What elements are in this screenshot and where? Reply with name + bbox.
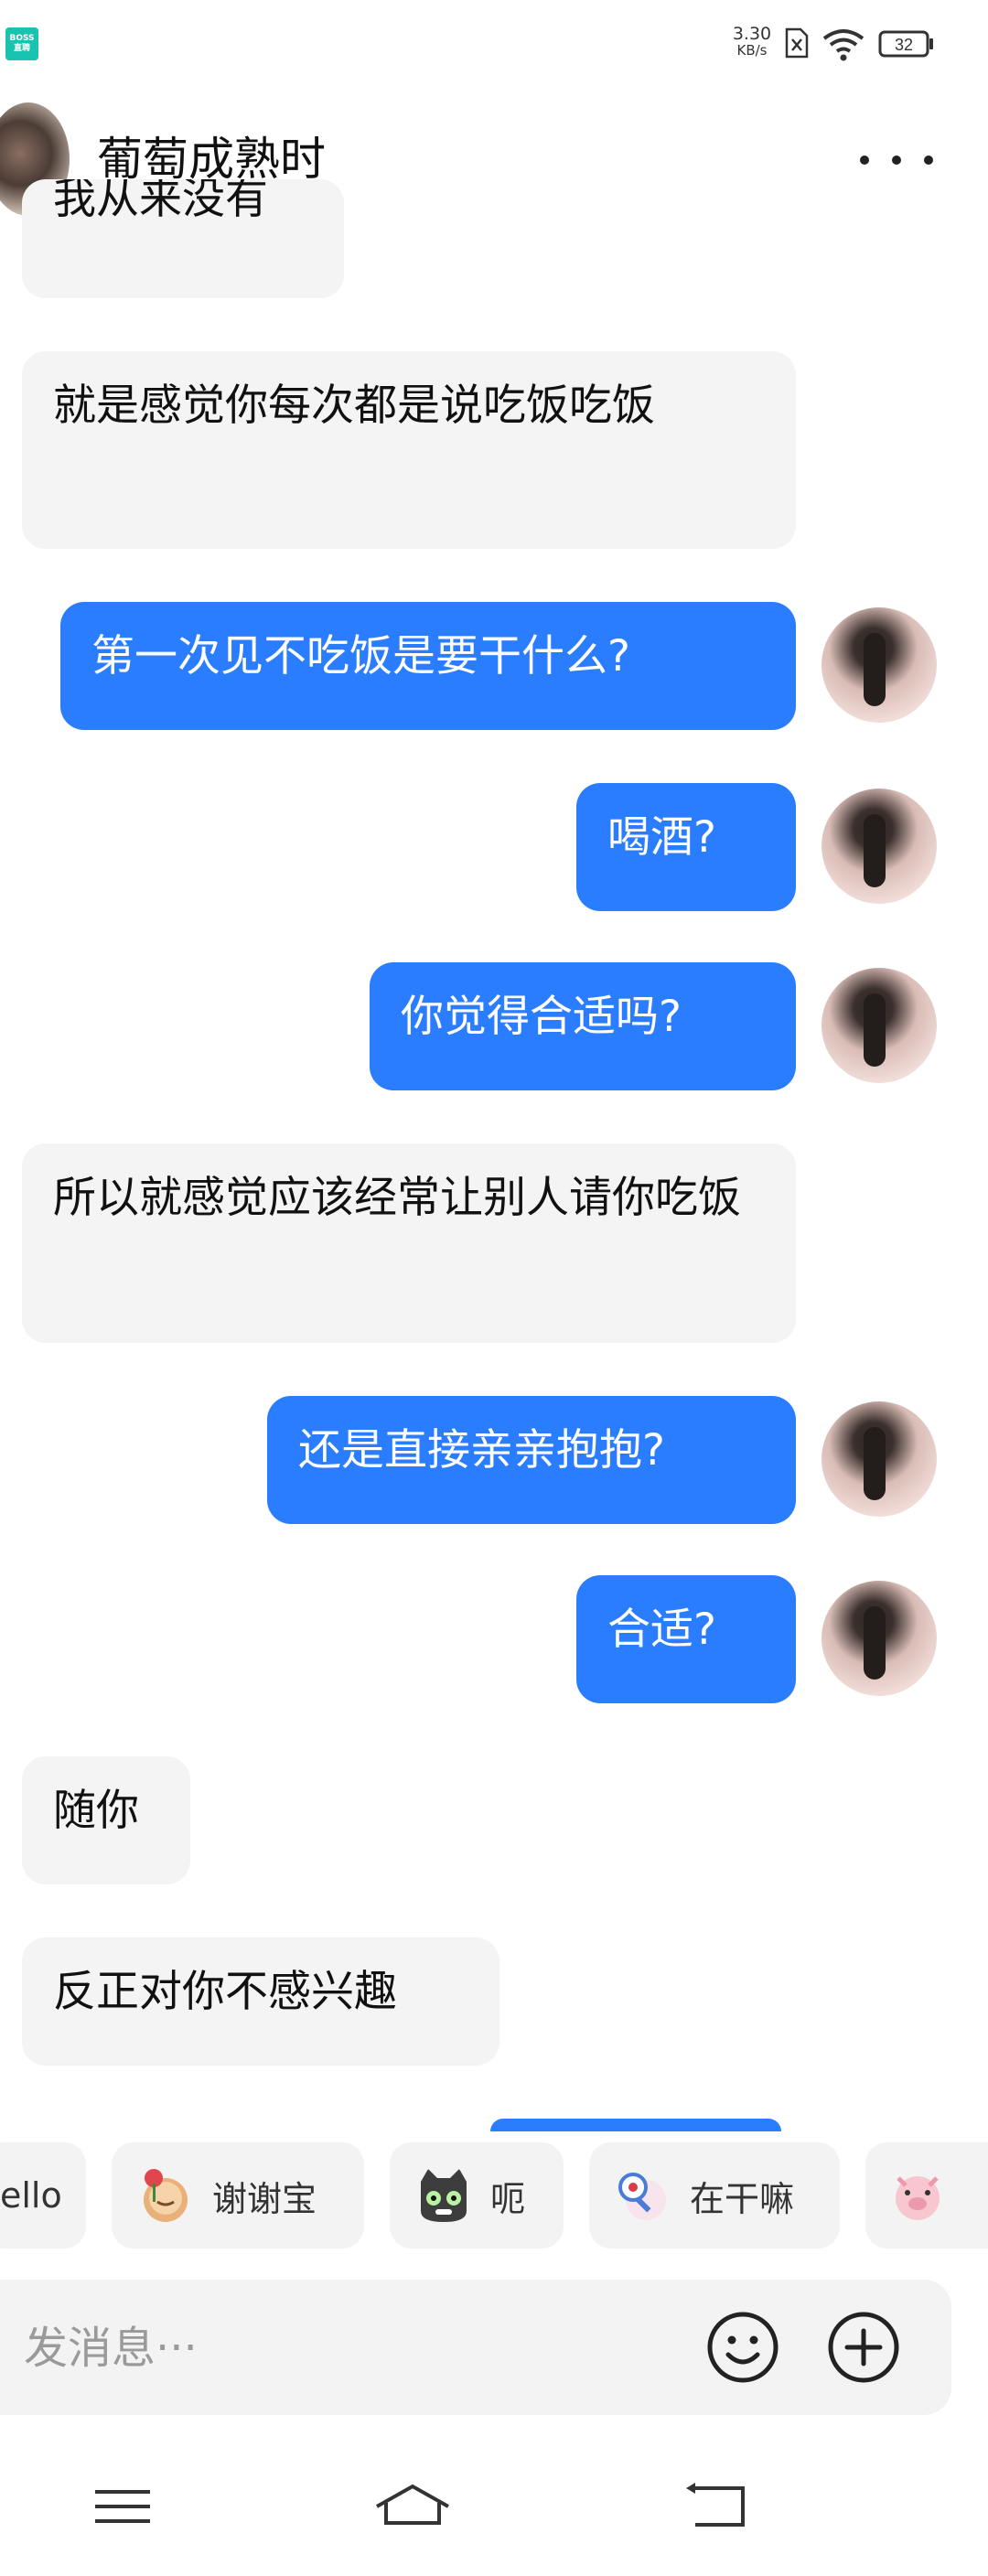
message-outgoing: 你觉得合适吗? <box>370 962 796 1090</box>
message-input[interactable] <box>22 2311 648 2386</box>
quick-reply-label: 呃 <box>490 2178 526 2219</box>
message-incoming: 反正对你不感兴趣 <box>22 1937 499 2066</box>
message-text: 就是感觉你每次都是说吃饭吃饭 <box>53 381 655 431</box>
wifi-icon <box>822 29 864 61</box>
quick-reply-label: 谢谢宝 <box>212 2178 317 2219</box>
message-text: 随你 <box>53 1786 139 1836</box>
rose-sticker-icon <box>144 2169 188 2222</box>
network-speed-value: 3.30 <box>732 24 772 44</box>
chat-title[interactable]: 葡萄成熟时 <box>97 132 326 187</box>
smiley-icon[interactable] <box>704 2309 781 2386</box>
message-input-bar <box>0 2280 951 2415</box>
quick-reply-hello[interactable]: ello <box>0 2142 86 2249</box>
magnifier-sticker-icon <box>618 2173 666 2220</box>
message-text: 喝酒? <box>607 812 716 863</box>
more-dots-icon[interactable] <box>860 137 933 183</box>
home-icon[interactable] <box>371 2479 454 2534</box>
message-text: 还是直接亲亲抱抱? <box>298 1425 665 1476</box>
pig-sticker-icon <box>896 2176 940 2220</box>
cat-sticker-icon <box>421 2169 467 2222</box>
my-avatar[interactable] <box>822 607 937 723</box>
message-incoming: 就是感觉你每次都是说吃饭吃饭 <box>22 351 796 549</box>
my-avatar[interactable] <box>822 1581 937 1696</box>
message-incoming: 所以就感觉应该经常让别人请你吃饭 <box>22 1143 796 1343</box>
message-incoming: 随你 <box>22 1756 190 1884</box>
status-bar: BOSS 直聘 3.30 KB/s 32 <box>0 0 988 91</box>
boss-app-icon: BOSS 直聘 <box>5 27 38 60</box>
my-avatar[interactable] <box>822 789 937 904</box>
quick-reply-uh[interactable]: 呃 <box>390 2142 564 2249</box>
quick-reply-bar: ello 谢谢宝 呃 在干嘛 <box>0 2142 988 2256</box>
sim-x-icon <box>785 27 809 59</box>
message-text: 第一次见不吃饭是要干什么? <box>91 631 630 682</box>
message-outgoing: 喝酒? <box>576 783 796 911</box>
back-icon[interactable] <box>682 2479 756 2534</box>
my-avatar[interactable] <box>822 1401 937 1517</box>
quick-reply-what-doing[interactable]: 在干嘛 <box>589 2142 840 2249</box>
network-speed: 3.30 KB/s <box>725 26 779 59</box>
message-incoming: 我从来没有 <box>22 179 344 298</box>
message-outgoing-partial <box>490 2119 781 2131</box>
message-outgoing: 合适? <box>576 1575 796 1703</box>
message-text: 合适? <box>607 1605 716 1655</box>
my-avatar[interactable] <box>822 968 937 1083</box>
quick-reply-thanks[interactable]: 谢谢宝 <box>112 2142 364 2249</box>
message-text: 所以就感觉应该经常让别人请你吃饭 <box>53 1173 741 1223</box>
app-badge-line2: 直聘 <box>13 44 30 53</box>
quick-reply-pig[interactable] <box>865 2142 988 2249</box>
battery-level: 32 <box>895 36 913 54</box>
message-text: 你觉得合适吗? <box>401 992 682 1042</box>
system-nav-bar <box>0 2442 988 2576</box>
network-speed-unit: KB/s <box>736 42 768 59</box>
plus-circle-icon[interactable] <box>825 2309 902 2386</box>
quick-reply-label: ello <box>0 2175 62 2216</box>
message-outgoing: 第一次见不吃饭是要干什么? <box>60 602 796 730</box>
app-badge-line1: BOSS <box>9 34 35 43</box>
quick-reply-label: 在干嘛 <box>690 2178 795 2219</box>
message-outgoing: 还是直接亲亲抱抱? <box>267 1396 796 1524</box>
message-text: 反正对你不感兴趣 <box>53 1967 397 2017</box>
battery-icon: 32 <box>878 30 933 58</box>
message-text: 我从来没有 <box>53 179 268 224</box>
menu-icon[interactable] <box>88 2479 161 2534</box>
